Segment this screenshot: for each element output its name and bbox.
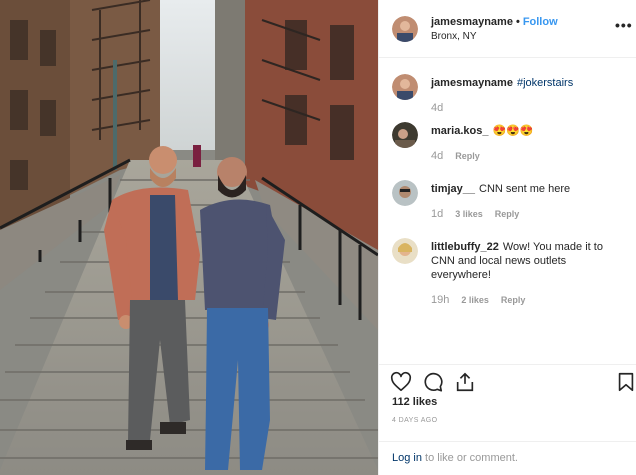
comment-body: CNN sent me here: [479, 183, 571, 195]
post-actions: 112 likes 4 DAYS AGO Log in to like or c…: [379, 364, 636, 475]
comment-item: maria.kos_ 😍😍😍 4d Reply: [379, 122, 636, 162]
avatar[interactable]: [392, 180, 418, 206]
avatar[interactable]: [392, 16, 418, 42]
avatar[interactable]: [392, 238, 418, 264]
comment-text: littlebuffy_22 Wow! You made it to CNN an…: [431, 240, 621, 282]
reply-button[interactable]: Reply: [501, 295, 526, 305]
comment-body: 😍😍😍: [492, 125, 534, 137]
comment-age: 4d: [431, 102, 444, 114]
comment-username[interactable]: littlebuffy_22: [431, 241, 499, 253]
comment-likes[interactable]: 3 likes: [455, 209, 483, 219]
share-icon[interactable]: [454, 371, 476, 393]
comment-text: maria.kos_ 😍😍😍: [431, 124, 621, 138]
avatar[interactable]: [392, 122, 418, 148]
login-prompt-text: to like or comment.: [421, 452, 518, 464]
post-photo[interactable]: [0, 0, 378, 475]
post-sidebar: jamesmayname • Follow Bronx, NY ••• jamesm…: [378, 0, 636, 475]
caption-item: jamesmayname #jokerstairs 4d: [379, 74, 636, 114]
comment-username[interactable]: timjay__: [431, 183, 475, 195]
bookmark-icon[interactable]: [615, 371, 636, 393]
post-timestamp: 4 DAYS AGO: [392, 417, 438, 424]
photo-image: [0, 0, 378, 475]
comment-username[interactable]: maria.kos_: [431, 125, 488, 137]
comment-meta: 4d: [431, 102, 455, 114]
post-header: jamesmayname • Follow Bronx, NY •••: [379, 0, 636, 58]
comment-meta: 1d 3 likes Reply: [431, 208, 531, 220]
comment-likes[interactable]: 2 likes: [461, 295, 489, 305]
separator-dot: •: [515, 16, 520, 28]
comment-meta: 19h 2 likes Reply: [431, 294, 537, 306]
comments-list: jamesmayname #jokerstairs 4d maria.kos_ 😍😍…: [379, 58, 636, 364]
author-line: jamesmayname • Follow: [431, 16, 558, 28]
author-username[interactable]: jamesmayname: [431, 16, 513, 28]
location-link[interactable]: Bronx, NY: [431, 31, 477, 42]
login-link[interactable]: Log in: [392, 452, 422, 464]
comment-age: 1d: [431, 208, 444, 220]
comment-item: timjay__ CNN sent me here 1d 3 likes Reply: [379, 180, 636, 220]
likes-count[interactable]: 112 likes: [392, 396, 437, 408]
follow-button[interactable]: Follow: [523, 16, 558, 28]
comment-meta: 4d Reply: [431, 150, 492, 162]
hashtag-link[interactable]: #jokerstairs: [517, 77, 573, 89]
more-options-icon[interactable]: •••: [615, 18, 633, 32]
comment-text: timjay__ CNN sent me here: [431, 182, 621, 196]
comment-text: jamesmayname #jokerstairs: [431, 76, 621, 90]
comment-age: 19h: [431, 294, 450, 306]
reply-button[interactable]: Reply: [455, 151, 480, 161]
login-prompt: Log in to like or comment.: [379, 441, 636, 475]
comment-item: littlebuffy_22 Wow! You made it to CNN an…: [379, 238, 636, 308]
heart-icon[interactable]: [390, 371, 412, 393]
comment-username[interactable]: jamesmayname: [431, 77, 513, 89]
comment-icon[interactable]: [422, 371, 444, 393]
reply-button[interactable]: Reply: [495, 209, 520, 219]
avatar[interactable]: [392, 74, 418, 100]
comment-age: 4d: [431, 150, 444, 162]
